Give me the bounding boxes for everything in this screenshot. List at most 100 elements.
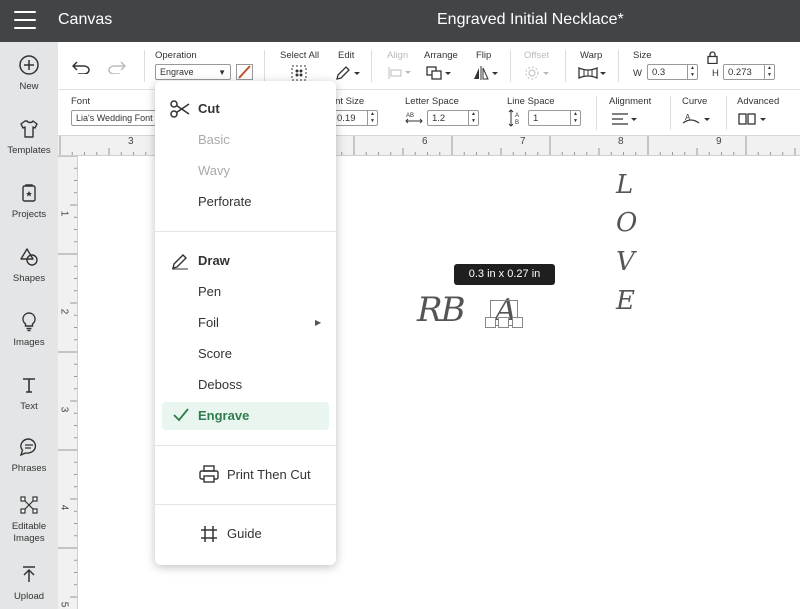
undo-icon[interactable] (72, 60, 92, 74)
height-label: H (712, 68, 719, 79)
sidebar-item-upload[interactable]: Upload (0, 564, 58, 603)
font-size-value: 0.19 (337, 113, 356, 124)
sidebar-item-label: Phrases (11, 463, 47, 474)
arrange-icon[interactable] (426, 65, 452, 81)
flip-icon[interactable] (473, 65, 499, 81)
offset-icon[interactable] (524, 65, 550, 81)
letter-space-value: 1.2 (432, 113, 446, 124)
divider (510, 50, 511, 82)
scissors-icon (170, 100, 190, 121)
engraved-initials-text[interactable]: RB (417, 290, 466, 330)
sidebar-item-projects[interactable]: Projects (0, 182, 58, 221)
ruler-number: 7 (520, 136, 526, 147)
resize-handle[interactable] (485, 317, 496, 328)
operation-value: Engrave (160, 67, 194, 77)
shirt-icon (18, 118, 40, 140)
font-label: Font (71, 96, 91, 107)
menu-item-label: Cut (198, 101, 220, 116)
menu-item-deboss[interactable]: Deboss (155, 371, 336, 399)
width-value: 0.3 (652, 67, 666, 78)
sidebar-item-images[interactable]: Images (0, 310, 58, 349)
sidebar-item-label: Upload (13, 591, 45, 602)
menu-item-label: Deboss (198, 377, 243, 392)
ruler-number: 6 (422, 136, 428, 147)
sidebar-item-shapes[interactable]: Shapes (0, 246, 58, 285)
resize-handle[interactable] (512, 317, 523, 328)
curve-icon[interactable]: A (681, 111, 711, 127)
menu-item-basic[interactable]: Basic (155, 126, 336, 154)
select-all-icon[interactable] (291, 65, 307, 81)
document-title: Engraved Initial Necklace* (437, 11, 624, 28)
operation-label: Operation (155, 50, 197, 61)
font-select[interactable]: Lia's Wedding Font (71, 110, 161, 126)
align-icon[interactable] (388, 66, 412, 80)
pen-icon (171, 252, 189, 273)
advanced-icon[interactable] (738, 111, 768, 127)
menu-item-pen[interactable]: Pen (155, 278, 336, 306)
vertical-word-letter[interactable]: V (616, 247, 635, 277)
operation-select[interactable]: Engrave ▼ (155, 64, 231, 80)
advanced-label: Advanced (737, 96, 780, 107)
line-space-label: Line Space (507, 96, 555, 107)
ruler-number: 5 (58, 601, 70, 608)
menu-item-label: Print Then Cut (227, 467, 311, 482)
height-input[interactable]: 0.273 ▲ ▼ (723, 64, 775, 80)
engrave-color-swatch-icon[interactable] (236, 64, 253, 80)
text-align-icon[interactable] (611, 112, 637, 126)
letter-space-input[interactable]: 1.2 ▲ ▼ (427, 110, 479, 126)
sidebar-item-editable-images[interactable]: Editable Images (0, 494, 58, 545)
resize-handle[interactable] (498, 317, 509, 328)
menu-item-perforate[interactable]: Perforate (155, 188, 336, 216)
alignment-label: Alignment (609, 96, 652, 107)
sidebar-item-templates[interactable]: Templates (0, 118, 58, 157)
menu-item-label: Basic (198, 132, 230, 147)
upload-icon (18, 564, 40, 586)
sidebar-item-new[interactable]: New (0, 54, 58, 93)
submenu-arrow-icon: ▶ (315, 318, 322, 327)
printer-icon (199, 465, 219, 486)
edit-pencil-icon[interactable] (335, 65, 361, 81)
menu-item-wavy[interactable]: Wavy (155, 157, 336, 185)
menu-item-engrave[interactable]: Engrave (162, 402, 329, 430)
selected-letter-group[interactable]: A (485, 293, 523, 329)
svg-text:B: B (515, 120, 519, 126)
line-space-input[interactable]: 1 ▲ ▼ (528, 110, 581, 126)
warp-icon[interactable] (577, 66, 607, 80)
edit-label: Edit (338, 50, 355, 61)
height-stepper[interactable]: ▲ ▼ (764, 65, 774, 79)
vertical-word-letter[interactable]: E (616, 286, 635, 316)
vertical-word-letter[interactable]: O (616, 208, 637, 238)
height-value: 0.273 (728, 67, 752, 78)
offset-label: Offset (524, 50, 550, 61)
menu-item-print-then-cut[interactable]: Print Then Cut (155, 461, 336, 489)
sidebar-item-phrases[interactable]: Phrases (0, 436, 58, 475)
font-size-input[interactable]: 0.19 ▲ ▼ (332, 110, 378, 126)
width-input[interactable]: 0.3 ▲ ▼ (647, 64, 698, 80)
hamburger-menu-icon[interactable] (14, 11, 36, 29)
redo-icon[interactable] (106, 60, 126, 74)
operation-dropdown-menu: Cut Basic Wavy Perforate Draw Pen Foil ▶… (155, 81, 336, 565)
lock-icon[interactable] (707, 51, 718, 64)
sidebar-item-text[interactable]: Text (0, 374, 58, 413)
font-size-stepper[interactable]: ▲ ▼ (367, 111, 377, 125)
sidebar-item-label-line2: Images (13, 533, 45, 544)
menu-divider (155, 504, 336, 505)
ruler-number: 9 (716, 136, 722, 147)
plus-circle-icon (18, 54, 40, 76)
menu-item-foil[interactable]: Foil ▶ (155, 309, 336, 337)
sidebar-item-label: Projects (11, 209, 47, 220)
letter-space-stepper[interactable]: ▲ ▼ (468, 111, 478, 125)
divider (264, 50, 265, 82)
line-space-value: 1 (533, 113, 539, 124)
line-space-stepper[interactable]: ▲ ▼ (570, 111, 580, 125)
width-stepper[interactable]: ▲ ▼ (687, 65, 697, 79)
menu-item-score[interactable]: Score (155, 340, 336, 368)
menu-item-label: Foil (198, 315, 219, 330)
app-name: Canvas (58, 11, 113, 28)
vertical-word-letter[interactable]: L (616, 170, 633, 200)
sidebar-item-label: Templates (7, 145, 51, 156)
menu-item-guide[interactable]: Guide (155, 520, 336, 548)
ruler-number: 4 (58, 504, 70, 511)
letter-space-icon: AB (405, 111, 423, 125)
top-bar: Canvas Engraved Initial Necklace* (0, 0, 800, 42)
